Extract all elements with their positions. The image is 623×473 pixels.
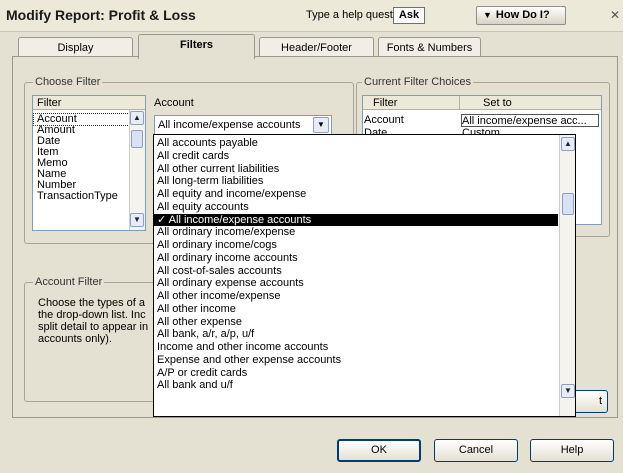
dropdown-item[interactable]: All other income/expense [154, 290, 558, 303]
checkmark-icon: ✓ [157, 213, 167, 226]
account-type-dropdown[interactable]: All accounts payable All credit cards Al… [153, 134, 576, 417]
how-do-i-label: How Do I? [495, 9, 550, 21]
scroll-up-icon[interactable]: ▲ [561, 137, 575, 151]
account-filter-description: Choose the types of a the drop-down list… [38, 297, 154, 345]
choose-filter-label: Choose Filter [33, 76, 103, 88]
active-tab-joint [139, 56, 254, 58]
tab-label: Filters [179, 39, 213, 51]
scroll-thumb[interactable] [131, 130, 143, 148]
ok-button[interactable]: OK [337, 439, 421, 462]
dropdown-item[interactable]: All bank, a/r, a/p, u/f [154, 328, 558, 341]
cfc-row-set-to[interactable]: All income/expense acc... [461, 114, 599, 127]
how-do-i-button[interactable]: ▼ How Do I? [476, 6, 566, 25]
col-set-to-header: Set to [483, 97, 512, 109]
dropdown-item[interactable]: All equity accounts [154, 201, 558, 214]
col-filter-header: Filter [373, 97, 398, 109]
description-line: the drop-down list. Inc [38, 309, 146, 321]
filter-list-scrollbar[interactable]: ▲ ▼ [129, 110, 145, 230]
dropdown-item[interactable]: All cost-of-sales accounts [154, 265, 558, 278]
current-filter-choices-label: Current Filter Choices [362, 76, 473, 88]
dropdown-item-selected[interactable]: ✓ All income/expense accounts [154, 213, 558, 227]
account-label: Account [154, 97, 194, 109]
filter-list-items: Account Amount Date Item Memo Name Numbe… [33, 113, 130, 202]
scroll-up-icon[interactable]: ▲ [130, 111, 144, 125]
close-icon[interactable]: ✕ [610, 8, 623, 24]
chevron-down-icon[interactable]: ▼ [313, 117, 329, 133]
dropdown-item[interactable]: A/P or credit cards [154, 367, 558, 380]
dropdown-item[interactable]: All accounts payable [154, 137, 558, 150]
dropdown-item[interactable]: All bank and u/f [154, 379, 558, 392]
filter-list[interactable]: Filter Account Amount Date Item Memo Nam… [32, 95, 146, 231]
filter-item-transactiontype[interactable]: TransactionType [34, 191, 129, 202]
dropdown-item[interactable]: All other income [154, 303, 558, 316]
cfc-row-filter[interactable]: Account [364, 114, 460, 127]
scroll-down-icon[interactable]: ▼ [561, 384, 575, 398]
dropdown-item[interactable]: Income and other income accounts [154, 341, 558, 354]
tab-label: Display [57, 42, 94, 54]
help-button[interactable]: Help [530, 439, 614, 462]
dropdown-item[interactable]: All ordinary expense accounts [154, 277, 558, 290]
description-line: Choose the types of a [38, 297, 146, 309]
dropdown-item[interactable]: All equity and income/expense [154, 188, 558, 201]
dropdown-item[interactable]: All credit cards [154, 150, 558, 163]
description-line: split detail to appear in [38, 321, 149, 333]
dropdown-item[interactable]: All ordinary income/cogs [154, 239, 558, 252]
window-title: Modify Report: Profit & Loss [6, 7, 196, 23]
header-divider [459, 96, 460, 110]
dropdown-item[interactable]: All other current liabilities [154, 163, 558, 176]
triangle-down-icon: ▼ [483, 10, 492, 20]
filter-list-header: Filter [33, 96, 145, 110]
dropdown-item[interactable]: All ordinary income accounts [154, 252, 558, 265]
tab-label: Header/Footer [281, 42, 352, 54]
account-combo-value: All income/expense accounts [158, 119, 301, 131]
current-filter-table-header: Filter Set to [363, 96, 601, 110]
ask-button[interactable]: Ask [393, 7, 425, 24]
dropdown-scrollbar[interactable]: ▲ ▼ [559, 135, 575, 416]
title-bar: Modify Report: Profit & Loss Type a help… [0, 0, 623, 32]
tab-label: Fonts & Numbers [386, 42, 473, 54]
dropdown-item-label: All income/expense accounts [168, 213, 312, 226]
dropdown-item[interactable]: All ordinary income/expense [154, 226, 558, 239]
cancel-button[interactable]: Cancel [434, 439, 518, 462]
dropdown-item[interactable]: All long-term liabilities [154, 175, 558, 188]
dropdown-item[interactable]: Expense and other expense accounts [154, 354, 558, 367]
dropdown-items: All accounts payable All credit cards Al… [154, 137, 558, 392]
scroll-down-icon[interactable]: ▼ [130, 213, 144, 227]
dropdown-item[interactable]: All other expense [154, 316, 558, 329]
description-line: accounts only). [38, 333, 112, 345]
scroll-thumb[interactable] [562, 193, 574, 215]
account-filter-label: Account Filter [33, 276, 105, 288]
account-combo[interactable]: All income/expense accounts ▼ [154, 115, 332, 135]
